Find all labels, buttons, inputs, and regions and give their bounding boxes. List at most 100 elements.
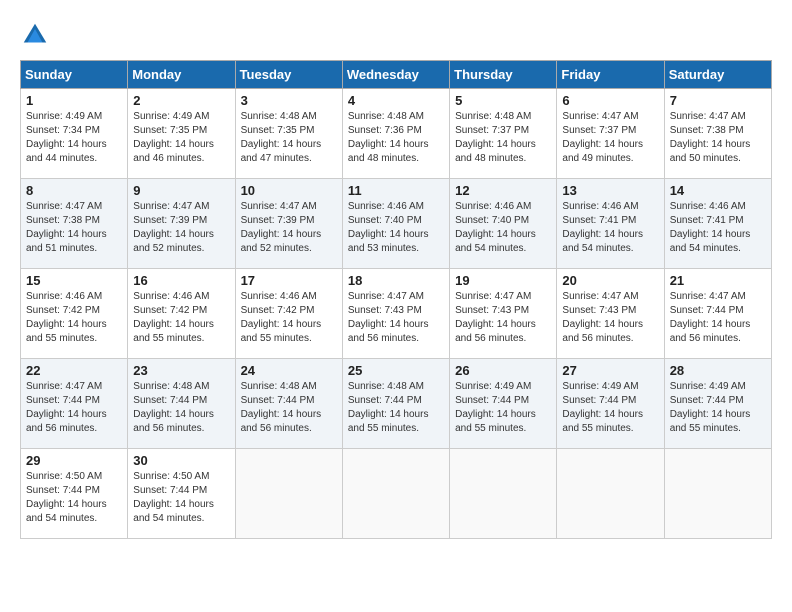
day-info: Sunrise: 4:47 AMSunset: 7:38 PMDaylight:… <box>26 201 107 254</box>
calendar-cell: 11 Sunrise: 4:46 AMSunset: 7:40 PMDaylig… <box>342 179 449 269</box>
calendar-cell: 24 Sunrise: 4:48 AMSunset: 7:44 PMDaylig… <box>235 359 342 449</box>
day-info: Sunrise: 4:46 AMSunset: 7:41 PMDaylight:… <box>670 201 751 254</box>
calendar-cell: 30 Sunrise: 4:50 AMSunset: 7:44 PMDaylig… <box>128 449 235 539</box>
day-info: Sunrise: 4:47 AMSunset: 7:43 PMDaylight:… <box>562 291 643 344</box>
calendar-table: SundayMondayTuesdayWednesdayThursdayFrid… <box>20 60 772 539</box>
weekday-header-tuesday: Tuesday <box>235 61 342 89</box>
day-info: Sunrise: 4:47 AMSunset: 7:37 PMDaylight:… <box>562 111 643 164</box>
weekday-header-saturday: Saturday <box>664 61 771 89</box>
day-info: Sunrise: 4:49 AMSunset: 7:44 PMDaylight:… <box>670 381 751 434</box>
day-number: 16 <box>133 273 229 288</box>
day-number: 5 <box>455 93 551 108</box>
calendar-cell: 14 Sunrise: 4:46 AMSunset: 7:41 PMDaylig… <box>664 179 771 269</box>
day-number: 12 <box>455 183 551 198</box>
calendar-cell: 5 Sunrise: 4:48 AMSunset: 7:37 PMDayligh… <box>450 89 557 179</box>
calendar-cell: 20 Sunrise: 4:47 AMSunset: 7:43 PMDaylig… <box>557 269 664 359</box>
calendar-cell <box>557 449 664 539</box>
day-number: 19 <box>455 273 551 288</box>
day-number: 18 <box>348 273 444 288</box>
calendar-cell: 9 Sunrise: 4:47 AMSunset: 7:39 PMDayligh… <box>128 179 235 269</box>
calendar-cell: 28 Sunrise: 4:49 AMSunset: 7:44 PMDaylig… <box>664 359 771 449</box>
calendar-cell <box>342 449 449 539</box>
calendar-cell: 23 Sunrise: 4:48 AMSunset: 7:44 PMDaylig… <box>128 359 235 449</box>
calendar-cell: 4 Sunrise: 4:48 AMSunset: 7:36 PMDayligh… <box>342 89 449 179</box>
day-number: 24 <box>241 363 337 378</box>
day-info: Sunrise: 4:50 AMSunset: 7:44 PMDaylight:… <box>133 471 214 524</box>
day-number: 25 <box>348 363 444 378</box>
day-info: Sunrise: 4:50 AMSunset: 7:44 PMDaylight:… <box>26 471 107 524</box>
calendar-cell: 7 Sunrise: 4:47 AMSunset: 7:38 PMDayligh… <box>664 89 771 179</box>
day-number: 4 <box>348 93 444 108</box>
day-number: 11 <box>348 183 444 198</box>
calendar-cell <box>664 449 771 539</box>
calendar-week-2: 8 Sunrise: 4:47 AMSunset: 7:38 PMDayligh… <box>21 179 772 269</box>
weekday-header-wednesday: Wednesday <box>342 61 449 89</box>
calendar-cell: 25 Sunrise: 4:48 AMSunset: 7:44 PMDaylig… <box>342 359 449 449</box>
calendar-cell: 26 Sunrise: 4:49 AMSunset: 7:44 PMDaylig… <box>450 359 557 449</box>
day-info: Sunrise: 4:49 AMSunset: 7:34 PMDaylight:… <box>26 111 107 164</box>
day-number: 1 <box>26 93 122 108</box>
day-info: Sunrise: 4:48 AMSunset: 7:44 PMDaylight:… <box>241 381 322 434</box>
day-number: 8 <box>26 183 122 198</box>
calendar-week-1: 1 Sunrise: 4:49 AMSunset: 7:34 PMDayligh… <box>21 89 772 179</box>
calendar-week-5: 29 Sunrise: 4:50 AMSunset: 7:44 PMDaylig… <box>21 449 772 539</box>
day-number: 26 <box>455 363 551 378</box>
day-number: 2 <box>133 93 229 108</box>
day-number: 13 <box>562 183 658 198</box>
day-number: 27 <box>562 363 658 378</box>
day-info: Sunrise: 4:48 AMSunset: 7:37 PMDaylight:… <box>455 111 536 164</box>
calendar-header-row: SundayMondayTuesdayWednesdayThursdayFrid… <box>21 61 772 89</box>
logo-icon <box>20 20 50 50</box>
day-info: Sunrise: 4:46 AMSunset: 7:40 PMDaylight:… <box>455 201 536 254</box>
calendar-cell <box>450 449 557 539</box>
weekday-header-sunday: Sunday <box>21 61 128 89</box>
day-info: Sunrise: 4:48 AMSunset: 7:36 PMDaylight:… <box>348 111 429 164</box>
calendar-cell: 12 Sunrise: 4:46 AMSunset: 7:40 PMDaylig… <box>450 179 557 269</box>
calendar-week-4: 22 Sunrise: 4:47 AMSunset: 7:44 PMDaylig… <box>21 359 772 449</box>
calendar-cell: 1 Sunrise: 4:49 AMSunset: 7:34 PMDayligh… <box>21 89 128 179</box>
day-info: Sunrise: 4:47 AMSunset: 7:44 PMDaylight:… <box>670 291 751 344</box>
day-number: 20 <box>562 273 658 288</box>
day-number: 7 <box>670 93 766 108</box>
day-number: 17 <box>241 273 337 288</box>
calendar-cell: 19 Sunrise: 4:47 AMSunset: 7:43 PMDaylig… <box>450 269 557 359</box>
day-info: Sunrise: 4:49 AMSunset: 7:44 PMDaylight:… <box>455 381 536 434</box>
day-number: 3 <box>241 93 337 108</box>
logo <box>20 20 54 50</box>
calendar-cell: 21 Sunrise: 4:47 AMSunset: 7:44 PMDaylig… <box>664 269 771 359</box>
day-info: Sunrise: 4:46 AMSunset: 7:40 PMDaylight:… <box>348 201 429 254</box>
calendar-cell: 29 Sunrise: 4:50 AMSunset: 7:44 PMDaylig… <box>21 449 128 539</box>
calendar-cell: 2 Sunrise: 4:49 AMSunset: 7:35 PMDayligh… <box>128 89 235 179</box>
day-info: Sunrise: 4:47 AMSunset: 7:44 PMDaylight:… <box>26 381 107 434</box>
day-number: 29 <box>26 453 122 468</box>
day-number: 9 <box>133 183 229 198</box>
calendar-cell: 16 Sunrise: 4:46 AMSunset: 7:42 PMDaylig… <box>128 269 235 359</box>
day-number: 23 <box>133 363 229 378</box>
day-number: 22 <box>26 363 122 378</box>
day-info: Sunrise: 4:48 AMSunset: 7:44 PMDaylight:… <box>133 381 214 434</box>
weekday-header-monday: Monday <box>128 61 235 89</box>
day-info: Sunrise: 4:49 AMSunset: 7:44 PMDaylight:… <box>562 381 643 434</box>
day-number: 28 <box>670 363 766 378</box>
weekday-header-thursday: Thursday <box>450 61 557 89</box>
calendar-cell: 17 Sunrise: 4:46 AMSunset: 7:42 PMDaylig… <box>235 269 342 359</box>
day-info: Sunrise: 4:47 AMSunset: 7:39 PMDaylight:… <box>133 201 214 254</box>
day-info: Sunrise: 4:47 AMSunset: 7:39 PMDaylight:… <box>241 201 322 254</box>
day-info: Sunrise: 4:46 AMSunset: 7:42 PMDaylight:… <box>133 291 214 344</box>
day-info: Sunrise: 4:47 AMSunset: 7:43 PMDaylight:… <box>348 291 429 344</box>
day-number: 10 <box>241 183 337 198</box>
calendar-cell: 6 Sunrise: 4:47 AMSunset: 7:37 PMDayligh… <box>557 89 664 179</box>
calendar-cell <box>235 449 342 539</box>
day-info: Sunrise: 4:48 AMSunset: 7:44 PMDaylight:… <box>348 381 429 434</box>
day-info: Sunrise: 4:49 AMSunset: 7:35 PMDaylight:… <box>133 111 214 164</box>
day-number: 21 <box>670 273 766 288</box>
calendar-cell: 18 Sunrise: 4:47 AMSunset: 7:43 PMDaylig… <box>342 269 449 359</box>
day-info: Sunrise: 4:47 AMSunset: 7:38 PMDaylight:… <box>670 111 751 164</box>
calendar-week-3: 15 Sunrise: 4:46 AMSunset: 7:42 PMDaylig… <box>21 269 772 359</box>
day-info: Sunrise: 4:46 AMSunset: 7:41 PMDaylight:… <box>562 201 643 254</box>
weekday-header-friday: Friday <box>557 61 664 89</box>
day-number: 14 <box>670 183 766 198</box>
day-number: 15 <box>26 273 122 288</box>
day-info: Sunrise: 4:47 AMSunset: 7:43 PMDaylight:… <box>455 291 536 344</box>
calendar-cell: 10 Sunrise: 4:47 AMSunset: 7:39 PMDaylig… <box>235 179 342 269</box>
